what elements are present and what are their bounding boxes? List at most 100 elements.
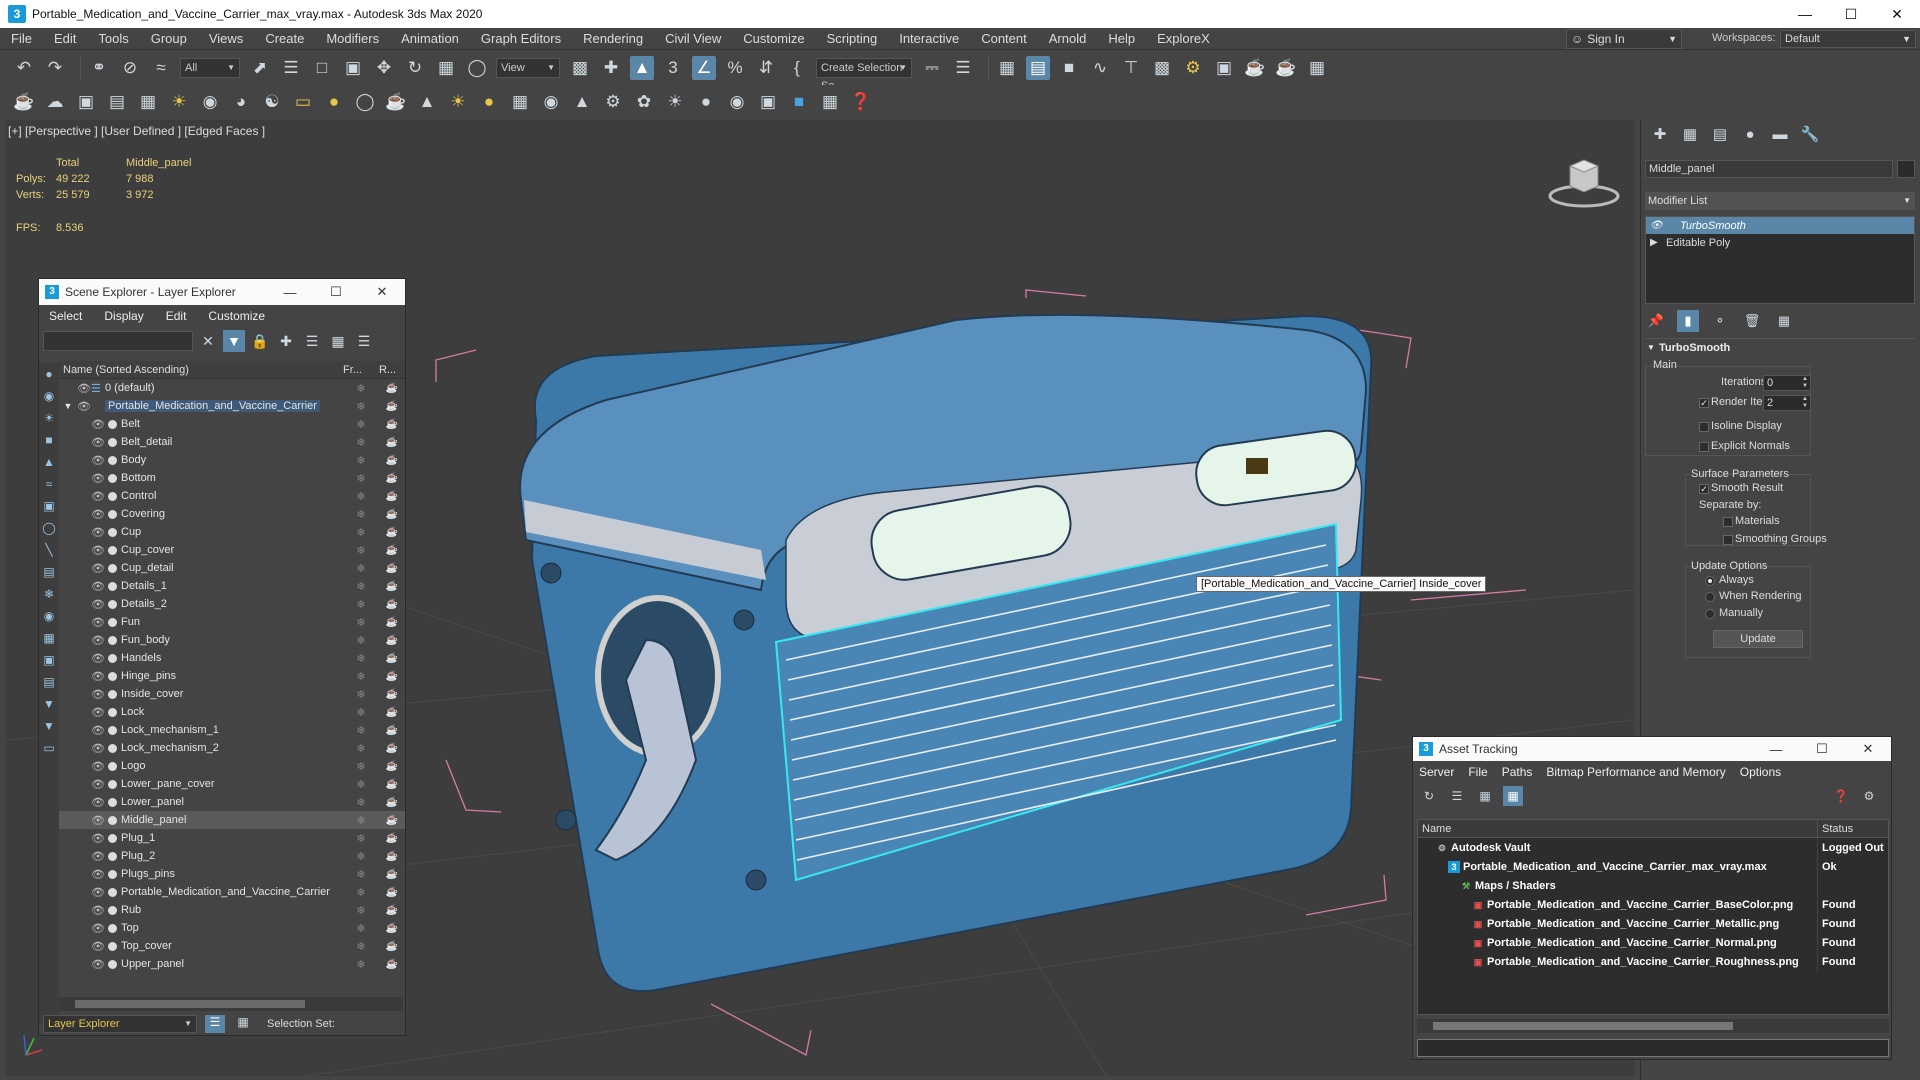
render-icon[interactable]: ☕ [379, 923, 405, 934]
freeze-icon[interactable]: ❄ [343, 580, 379, 593]
display-none-icon[interactable]: ▦ [39, 627, 59, 649]
funnel-icon[interactable]: ▼ [39, 693, 59, 715]
spinner-arrows-icon[interactable]: ▲ ▼ [1802, 376, 1808, 390]
sun-icon[interactable]: ☀ [446, 90, 470, 114]
object-row[interactable]: 👁 Cup_cover ❄ ☕ [59, 541, 405, 559]
freeze-icon[interactable]: ❄ [343, 922, 379, 935]
grid-view-icon[interactable]: ▦ [1475, 786, 1495, 806]
render-icon[interactable]: ☕ [379, 509, 405, 520]
visibility-eye-icon[interactable]: 👁 [91, 922, 105, 935]
visibility-eye-icon[interactable]: 👁 [91, 724, 105, 737]
freeze-icon[interactable]: ❄ [343, 706, 379, 719]
freeze-icon[interactable]: ❄ [343, 814, 379, 827]
render-iters-spinner[interactable]: 2 ▲ ▼ [1763, 395, 1811, 411]
render-icon[interactable]: ☕ [379, 383, 405, 394]
object-row[interactable]: 👁 Body ❄ ☕ [59, 451, 405, 469]
layers-icon[interactable]: ▤ [105, 90, 129, 114]
turbosmooth-rollout-header[interactable]: ▼ TurboSmooth [1645, 338, 1915, 356]
select-by-name-icon[interactable]: ☰ [279, 56, 303, 80]
freeze-icon[interactable]: ❄ [343, 544, 379, 557]
visibility-eye-icon[interactable]: 👁 [91, 634, 105, 647]
object-row[interactable]: 👁 Bottom ❄ ☕ [59, 469, 405, 487]
visibility-eye-icon[interactable]: 👁 [91, 760, 105, 773]
edit-named-selection-icon[interactable]: { [785, 56, 809, 80]
scrollbar-thumb[interactable] [1433, 1022, 1733, 1030]
ball-icon[interactable]: ● [477, 90, 501, 114]
helper-icon[interactable]: ▲ [39, 451, 59, 473]
se-menu-display[interactable]: Display [104, 309, 143, 323]
menu-help[interactable]: Help [1097, 28, 1146, 50]
visibility-eye-icon[interactable]: 👁 [91, 742, 105, 755]
render-icon[interactable]: ☕ [379, 707, 405, 718]
column-name-header[interactable]: Name (Sorted Ascending) [59, 364, 343, 376]
column-frozen-header[interactable]: Fr... [343, 364, 379, 376]
render-setup-icon[interactable]: ⚙ [1181, 56, 1205, 80]
asset-row[interactable]: 3 Portable_Medication_and_Vaccine_Carrier… [1418, 857, 1888, 876]
render-icon[interactable]: ☕ [379, 401, 405, 412]
object-row[interactable]: 👁 Inside_cover ❄ ☕ [59, 685, 405, 703]
render-icon[interactable]: ☕ [379, 527, 405, 538]
visibility-eye-icon[interactable]: 👁 [91, 598, 105, 611]
freeze-icon[interactable]: ❄ [343, 868, 379, 881]
visibility-eye-icon[interactable]: 👁 [91, 670, 105, 683]
visibility-eye-icon[interactable]: 👁 [91, 418, 105, 431]
asset-row[interactable]: ⚙ Autodesk Vault Logged Out [1418, 838, 1888, 857]
named-selection-dropdown[interactable]: Create Selection Se▼ [816, 58, 912, 92]
render-icon[interactable]: ☕ [379, 671, 405, 682]
render-iters-checkbox[interactable]: ✓ [1699, 398, 1709, 408]
visibility-eye-icon[interactable]: 👁 [91, 652, 105, 665]
settings-icon[interactable]: ⚙ [1859, 786, 1879, 806]
lock-icon[interactable]: 🔒 [249, 330, 271, 352]
menu-graph-editors[interactable]: Graph Editors [470, 28, 572, 50]
box-icon[interactable]: ● [322, 90, 346, 114]
materials-checkbox[interactable] [1723, 517, 1733, 527]
table-view-icon[interactable]: ▦ [1503, 786, 1523, 806]
render-icon[interactable]: ☕ [379, 851, 405, 862]
se-menu-edit[interactable]: Edit [166, 309, 187, 323]
export-icon[interactable]: ▦ [818, 90, 842, 114]
toggle-layer-explorer-icon[interactable]: ▤ [1026, 56, 1050, 80]
frozen-icon[interactable]: ❄ [39, 583, 59, 605]
freeze-icon[interactable]: ❄ [343, 526, 379, 539]
visibility-eye-icon[interactable]: 👁 [91, 616, 105, 629]
select-object-icon[interactable]: ⬈ [248, 56, 272, 80]
column-name-header[interactable]: Name [1418, 820, 1818, 837]
sphere-light-icon[interactable]: ◉ [198, 90, 222, 114]
folder-icon[interactable]: ▭ [39, 737, 59, 759]
sign-in-dropdown[interactable]: ☺ Sign In ▼ [1566, 29, 1682, 49]
keyboard-shortcut-override-icon[interactable]: ▲ [630, 56, 654, 80]
visibility-eye-icon[interactable]: 👁 [91, 850, 105, 863]
render-iterative-icon[interactable]: ☕ [1274, 56, 1298, 80]
object-row[interactable]: 👁 Control ❄ ☕ [59, 487, 405, 505]
object-row[interactable]: 👁 Top ❄ ☕ [59, 919, 405, 937]
freeze-icon[interactable]: ❄ [343, 562, 379, 575]
freeze-icon[interactable]: ❄ [343, 886, 379, 899]
list-view-icon[interactable]: ☰ [1447, 786, 1467, 806]
render-icon[interactable]: ☕ [379, 491, 405, 502]
fluid-icon[interactable]: ▲ [570, 90, 594, 114]
freeze-icon[interactable]: ❄ [343, 958, 379, 971]
percent-snap-icon[interactable]: % [723, 56, 747, 80]
minimize-icon[interactable]: — [1782, 0, 1828, 28]
freeze-icon[interactable]: ❄ [343, 652, 379, 665]
workspaces-dropdown[interactable]: Default ▼ [1780, 30, 1916, 48]
object-row[interactable]: 👁 Middle_panel ❄ ☕ [59, 811, 405, 829]
menu-create[interactable]: Create [254, 28, 315, 50]
explicit-normals-checkbox[interactable] [1699, 442, 1709, 452]
freeze-icon[interactable]: ❄ [343, 940, 379, 953]
render-icon[interactable]: ☕ [379, 725, 405, 736]
orange-sphere-icon[interactable]: ● [694, 90, 718, 114]
object-row[interactable]: 👁 Lock_mechanism_1 ❄ ☕ [59, 721, 405, 739]
rectangular-selection-icon[interactable]: □ [310, 56, 334, 80]
menu-file[interactable]: File [0, 28, 43, 50]
menu-modifiers[interactable]: Modifiers [315, 28, 390, 50]
close-icon[interactable]: ✕ [1874, 0, 1920, 28]
layer-stack-icon[interactable]: ☰ [301, 330, 323, 352]
freeze-icon[interactable]: ❄ [343, 436, 379, 449]
at-menu-server[interactable]: Server [1419, 765, 1454, 779]
freeze-icon[interactable]: ❄ [343, 760, 379, 773]
visibility-eye-icon[interactable]: 👁 [91, 904, 105, 917]
render-icon[interactable]: ☕ [379, 941, 405, 952]
move-icon[interactable]: ✥ [372, 56, 396, 80]
freeze-icon[interactable]: ❄ [343, 598, 379, 611]
